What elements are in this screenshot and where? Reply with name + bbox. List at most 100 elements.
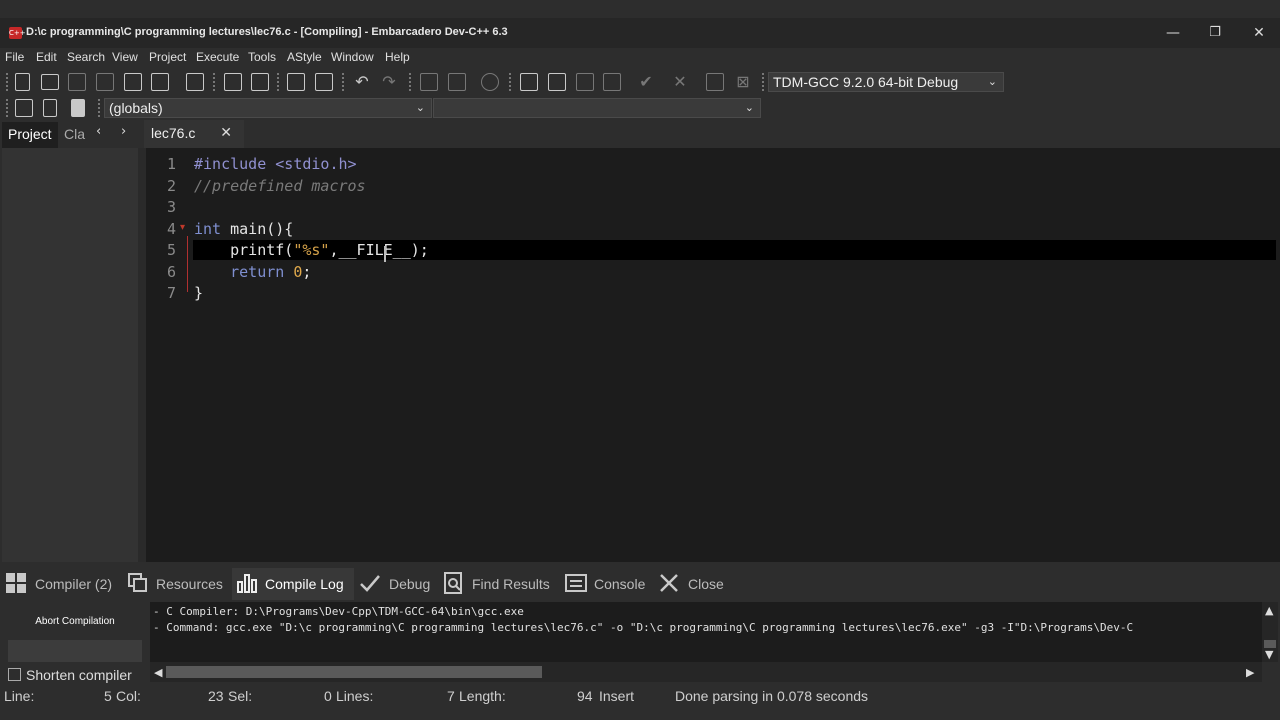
compile-run-icon[interactable] xyxy=(576,73,594,91)
status-lines-label: Lines: xyxy=(336,688,374,704)
tab-console[interactable]: Console xyxy=(594,576,645,592)
scroll-right-icon[interactable]: ▶ xyxy=(1246,666,1254,679)
tab-close[interactable]: Close xyxy=(688,576,724,592)
open-folder-icon[interactable] xyxy=(41,74,59,90)
menu-project[interactable]: Project xyxy=(149,50,186,64)
status-length-label: Length: xyxy=(459,688,506,704)
status-col-value: 23 xyxy=(208,688,224,704)
menu-file[interactable]: File xyxy=(5,50,24,64)
compile-icon[interactable] xyxy=(520,73,538,91)
close-tab-icon[interactable]: ✕ xyxy=(220,120,232,146)
text-cursor-icon xyxy=(384,246,386,262)
menu-window[interactable]: Window xyxy=(331,50,374,64)
tab-resources[interactable]: Resources xyxy=(156,576,223,592)
save-icon[interactable] xyxy=(68,73,86,91)
panel-splitter[interactable] xyxy=(138,148,146,562)
add-to-project-icon[interactable] xyxy=(420,73,438,91)
redo-icon[interactable]: ↷ xyxy=(380,73,398,91)
menu-help[interactable]: Help xyxy=(385,50,410,64)
menu-execute[interactable]: Execute xyxy=(196,50,239,64)
compiler-select[interactable]: TDM-GCC 9.2.0 64-bit Debug ⌄ xyxy=(768,72,1004,92)
scroll-down-icon[interactable]: ▼ xyxy=(1265,648,1273,661)
scope-select[interactable]: (globals) ⌄ xyxy=(104,98,432,118)
function-select[interactable]: ⌄ xyxy=(433,98,761,118)
menu-tools[interactable]: Tools xyxy=(248,50,276,64)
chevron-down-icon: ⌄ xyxy=(744,101,754,114)
menu-search[interactable]: Search xyxy=(67,50,105,64)
tab-compile-log[interactable]: Compile Log xyxy=(265,576,344,592)
print-icon[interactable] xyxy=(186,73,204,91)
toggle-bookmark-icon[interactable] xyxy=(43,99,57,117)
line-number: 2 xyxy=(166,177,176,195)
close-window-button[interactable]: ✕ xyxy=(1236,22,1280,44)
scope-select-value: (globals) xyxy=(109,100,163,116)
toolbar-grip xyxy=(6,73,10,91)
goto-bookmark-icon[interactable] xyxy=(71,99,85,117)
save-all-icon[interactable] xyxy=(96,73,114,91)
shorten-compiler-checkbox[interactable]: Shorten compiler xyxy=(8,667,132,683)
string-literal: "%s" xyxy=(293,241,330,259)
menu-edit[interactable]: Edit xyxy=(36,50,57,64)
find-results-icon xyxy=(444,572,462,594)
tab-scroll-left-icon[interactable]: ‹ xyxy=(96,124,101,139)
tab-project[interactable]: Project xyxy=(2,122,58,148)
stop-execution-icon[interactable]: ✕ xyxy=(671,73,689,91)
close-all-icon[interactable] xyxy=(151,73,169,91)
insert-icon[interactable] xyxy=(15,99,33,117)
tab-find-results[interactable]: Find Results xyxy=(472,576,550,592)
code-comment: //predefined macros xyxy=(194,177,366,195)
chevron-down-icon: ⌄ xyxy=(987,75,997,88)
code-line-4: int main(){ xyxy=(194,220,293,238)
code-line-1: #include <stdio.h> xyxy=(194,155,357,173)
menu-view[interactable]: View xyxy=(112,50,138,64)
undo-icon[interactable]: ↶ xyxy=(353,73,371,91)
line-number: 3 xyxy=(166,198,176,216)
toggle-layout-icon[interactable] xyxy=(315,73,333,91)
find-icon[interactable] xyxy=(224,73,242,91)
delete-profile-icon[interactable]: ⊠ xyxy=(734,73,752,91)
progress-bar xyxy=(8,640,142,662)
horizontal-scroll-thumb[interactable] xyxy=(166,666,542,678)
code-text: ,__FILE__); xyxy=(329,241,429,259)
status-message: Done parsing in 0.078 seconds xyxy=(675,688,869,704)
status-sel-value: 0 xyxy=(324,688,332,704)
abort-compilation-button[interactable]: Abort Compilation xyxy=(8,610,142,634)
line-number: 1 xyxy=(166,155,176,173)
tab-compiler[interactable]: Compiler (2) xyxy=(35,576,112,592)
rebuild-all-icon[interactable] xyxy=(603,73,621,91)
checkbox-box[interactable] xyxy=(8,668,21,681)
profile-chart-icon[interactable] xyxy=(706,73,724,91)
code-editor[interactable] xyxy=(146,148,1280,562)
project-panel[interactable] xyxy=(2,148,138,562)
replace-icon[interactable] xyxy=(251,73,269,91)
new-file-icon[interactable] xyxy=(15,73,30,91)
project-options-icon[interactable] xyxy=(481,73,499,91)
editor-tab-lec76[interactable]: lec76.c ✕ xyxy=(144,120,244,148)
tab-scroll-right-icon[interactable]: › xyxy=(121,124,126,139)
minimize-button[interactable]: — xyxy=(1150,22,1196,44)
window-title: D:\c programming\C programming lectures\… xyxy=(26,26,508,38)
menu-astyle[interactable]: AStyle xyxy=(287,50,322,64)
run-icon[interactable] xyxy=(548,73,566,91)
scroll-up-icon[interactable]: ▲ xyxy=(1265,604,1273,617)
toolbar-separator xyxy=(409,73,413,91)
app-icon: C++ xyxy=(9,27,26,39)
vertical-scroll-thumb[interactable] xyxy=(1264,640,1276,648)
tab-classes[interactable]: Cla xyxy=(64,126,85,142)
goto-line-icon[interactable] xyxy=(287,73,305,91)
scroll-left-icon[interactable]: ◀ xyxy=(154,666,162,679)
close-panel-icon xyxy=(660,574,678,592)
remove-from-project-icon[interactable] xyxy=(448,73,466,91)
check-syntax-icon[interactable]: ✔ xyxy=(637,73,655,91)
ide-window: C++ D:\c programming\C programming lectu… xyxy=(0,0,1280,720)
fold-collapse-icon[interactable]: ▾ xyxy=(180,222,185,233)
status-bar xyxy=(0,686,1280,720)
code-line-5: printf("%s",__FILE__); xyxy=(194,241,429,259)
close-file-icon[interactable] xyxy=(124,73,142,91)
fold-marker-line xyxy=(187,236,188,292)
tab-debug[interactable]: Debug xyxy=(389,576,430,592)
code-line-7: } xyxy=(194,284,203,302)
restore-button[interactable]: ❐ xyxy=(1192,22,1238,44)
